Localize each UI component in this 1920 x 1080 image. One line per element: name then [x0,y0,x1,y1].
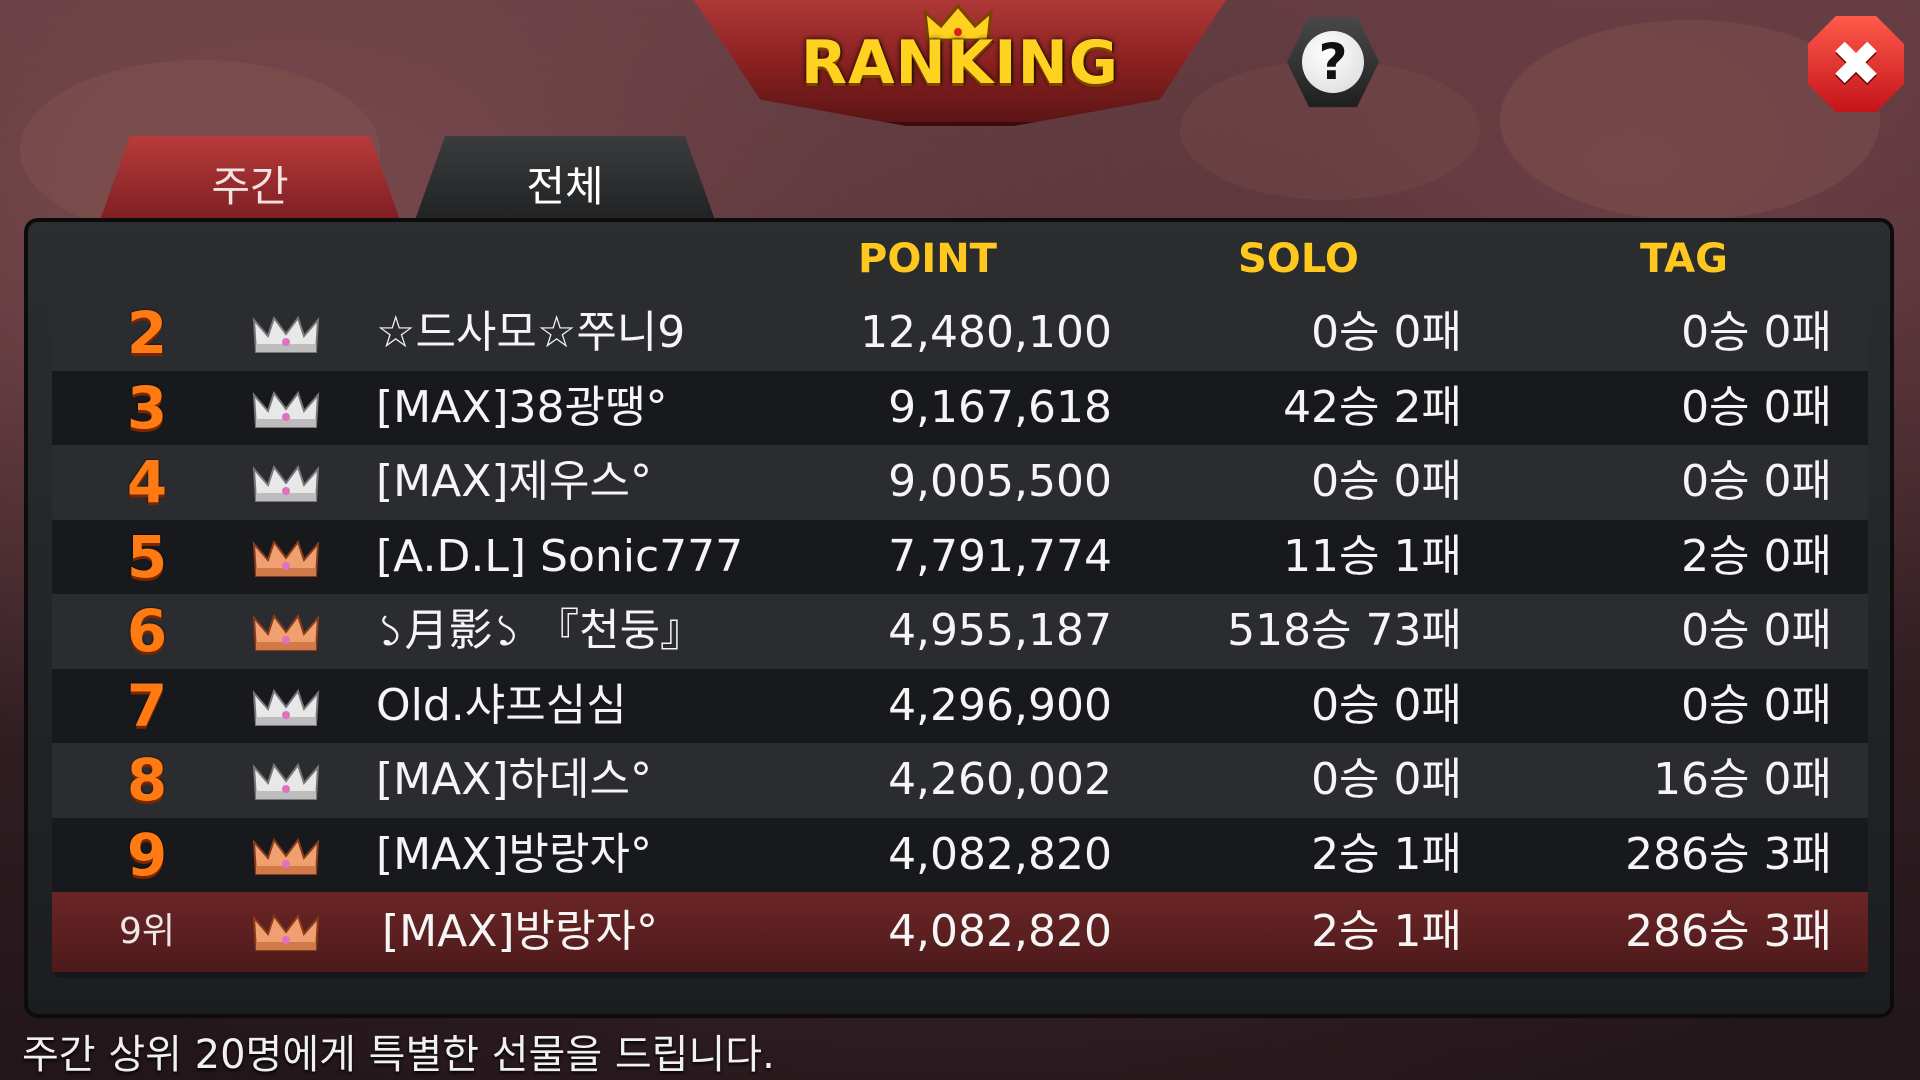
silver-crown-icon [252,315,320,353]
silver-crown-icon [252,762,320,800]
rank-number: 6 [126,597,168,665]
silver-crown-icon [252,390,320,428]
question-icon: ? [1302,31,1364,93]
player-solo-record: 42승 2패 [1283,381,1462,433]
my-ranking-row[interactable]: 9위 [MAX]방랑자° 4,082,820 2승 1패 286승 3패 [52,892,1868,972]
player-tag-record: 2승 0패 [1681,530,1832,582]
rank-number: 9 [126,820,168,889]
ranking-row[interactable]: 6 ১月影১ 『천둥』 4,955,187 518승 73패 0승 0패 [52,594,1868,669]
column-header-solo: SOLO [1238,236,1359,282]
player-solo-record: 0승 0패 [1311,754,1462,805]
player-solo-record: 0승 0패 [1311,307,1462,358]
silver-crown-icon [252,688,320,726]
ranking-list[interactable]: 2 ☆드사모☆쭈니9 12,480,100 0승 0패 0승 0패 3 [MAX… [52,296,1868,978]
page-title: RANKING [800,28,1120,98]
player-solo-record: 0승 0패 [1311,456,1462,507]
rank-number: 2 [126,299,168,367]
close-button[interactable]: ✖ [1808,16,1904,112]
ranking-row[interactable]: 3 [MAX]38광땡° 9,167,618 42승 2패 0승 0패 [52,370,1868,445]
footer-notice: 주간 상위 20명에게 특별한 선물을 드립니다. [22,1032,775,1078]
silver-crown-icon [252,464,320,502]
player-tag-record: 0승 0패 [1681,456,1832,507]
column-header-point: POINT [858,236,997,282]
rank-number: 3 [126,373,168,442]
player-solo-record: 11승 1패 [1283,530,1462,582]
bronze-crown-icon [252,837,320,875]
ranking-row[interactable]: 9 [MAX]방랑자° 4,082,820 2승 1패 286승 3패 [52,817,1868,892]
rank-number: 7 [126,671,168,740]
player-solo-record: 518승 73패 [1227,605,1462,656]
ranking-row[interactable]: 8 [MAX]하데스° 4,260,002 0승 0패 16승 0패 [52,743,1868,818]
player-solo-record: 0승 0패 [1311,679,1462,731]
rank-number: 5 [126,522,168,591]
rank-number: 4 [126,448,168,516]
player-tag-record: 0승 0패 [1681,381,1832,433]
rank-number: 8 [126,746,168,814]
ranking-row[interactable]: 5 [A.D.L] Sonic777 7,791,774 11승 1패 2승 0… [52,519,1868,594]
player-solo-record: 2승 1패 [1311,828,1462,880]
ranking-row[interactable]: 2 ☆드사모☆쭈니9 12,480,100 0승 0패 0승 0패 [52,296,1868,371]
player-tag-record: 286승 3패 [1625,828,1832,880]
player-tag-record: 0승 0패 [1681,679,1832,731]
bronze-crown-icon [252,913,320,951]
bronze-crown-icon [252,539,320,577]
ranking-row[interactable]: 7 Old.샤프심심 4,296,900 0승 0패 0승 0패 [52,668,1868,743]
close-icon: ✖ [1830,27,1882,100]
tab-weekly[interactable]: 주간 [100,136,400,220]
column-header-tag: TAG [1640,236,1728,282]
tab-all[interactable]: 전체 [415,136,715,220]
player-tag-record: 0승 0패 [1681,307,1832,358]
bronze-crown-icon [252,613,320,651]
ranking-row[interactable]: 4 [MAX]제우스° 9,005,500 0승 0패 0승 0패 [52,445,1868,520]
player-tag-record: 0승 0패 [1681,605,1832,656]
my-player-solo-record: 2승 1패 [1311,906,1462,957]
my-rank: 9위 [118,911,176,952]
player-tag-record: 16승 0패 [1653,754,1832,805]
my-player-tag-record: 286승 3패 [1625,906,1832,957]
